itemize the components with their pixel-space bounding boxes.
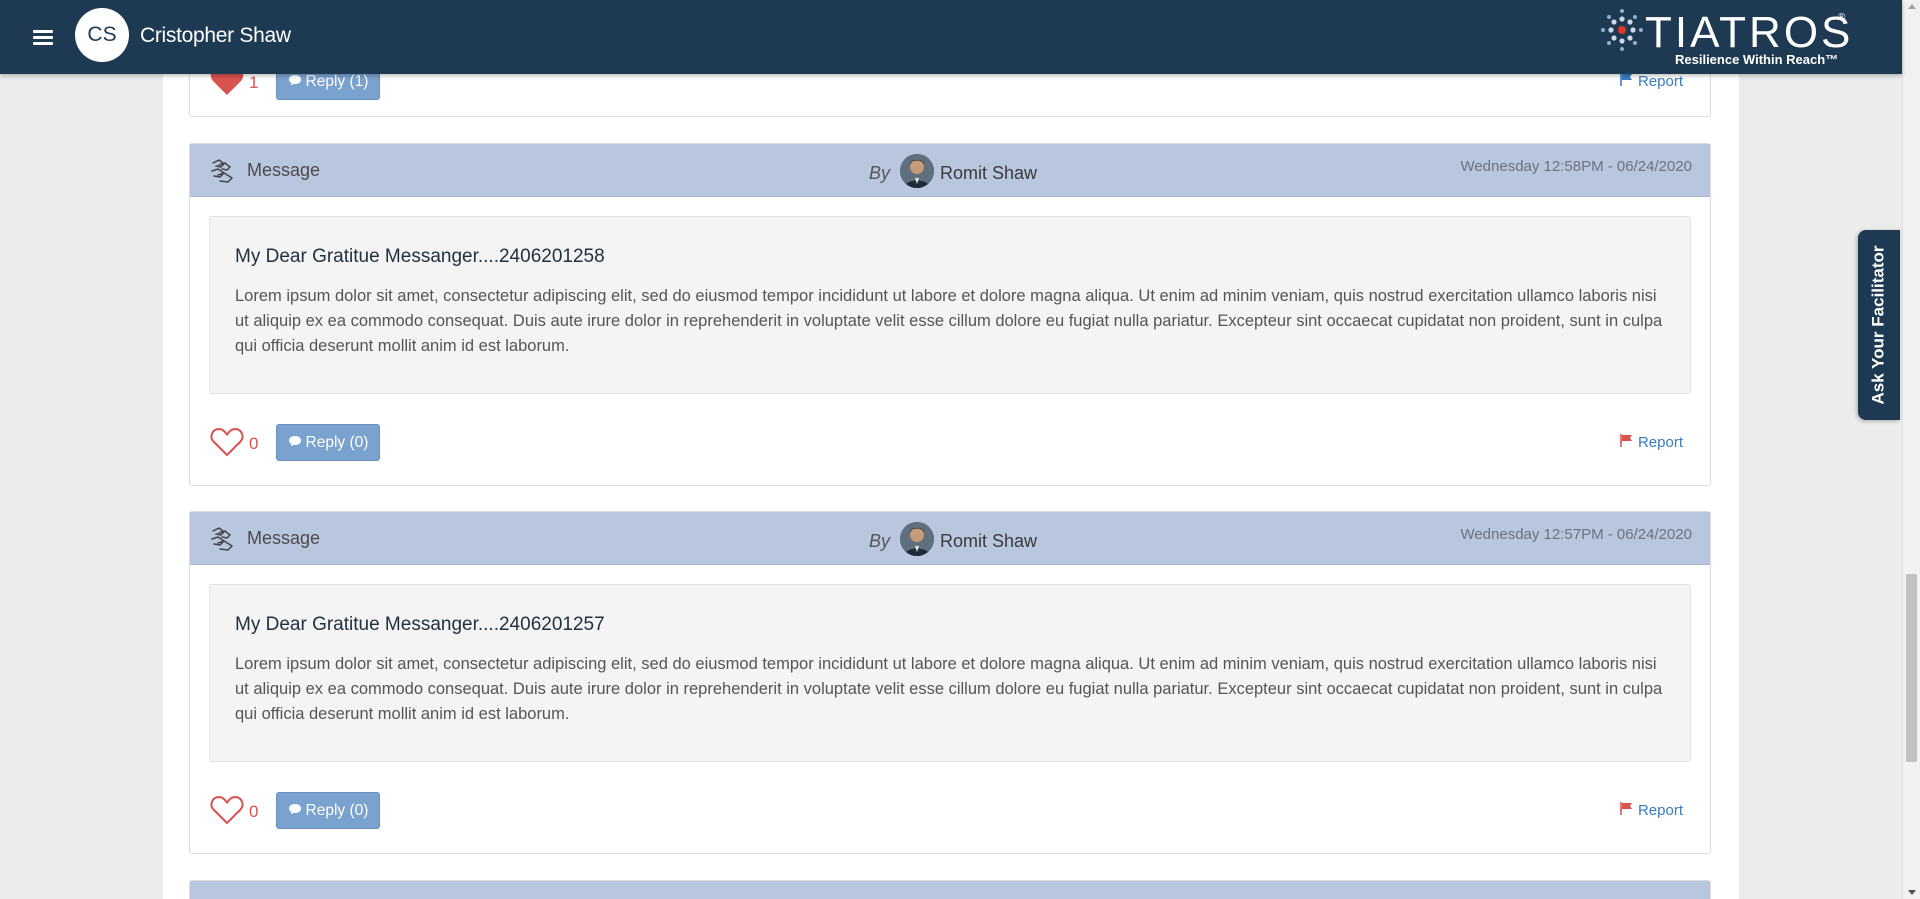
user-name[interactable]: Cristopher Shaw xyxy=(140,24,291,48)
message-card-header: Message By Romit Shaw Wednesday 12:57PM … xyxy=(190,512,1710,565)
message-title: My Dear Gratitue Messanger....2406201257 xyxy=(235,614,605,635)
author-avatar[interactable] xyxy=(900,522,934,556)
author-name[interactable]: Romit Shaw xyxy=(940,163,1037,184)
message-hands-icon xyxy=(211,527,233,551)
message-hands-icon xyxy=(211,159,233,183)
logo-dots-icon xyxy=(1601,9,1643,51)
message-card: Message By Romit Shaw Wednesday 12:57PM … xyxy=(189,511,1711,854)
report-link[interactable]: Report xyxy=(1620,73,1683,90)
reply-button[interactable]: Reply (0) xyxy=(276,792,380,829)
ask-facilitator-label: Ask Your Facilitator xyxy=(1869,245,1888,405)
heart-outline-icon[interactable] xyxy=(209,794,245,826)
author-name[interactable]: Romit Shaw xyxy=(940,531,1037,552)
comment-icon xyxy=(288,73,302,91)
hamburger-menu-icon[interactable] xyxy=(33,30,53,46)
message-feed: 1 Reply (1) Report Message By Romit Shaw… xyxy=(163,0,1739,899)
like-count: 1 xyxy=(249,73,259,92)
scroll-up-arrow-icon[interactable] xyxy=(1908,4,1916,9)
logo-tagline: Resilience Within Reach™ xyxy=(1675,52,1839,67)
message-card: Message By Romit Shaw Wednesday 12:58PM … xyxy=(189,143,1711,486)
comment-icon xyxy=(288,434,302,452)
heart-outline-icon[interactable] xyxy=(209,426,245,458)
logo-wordmark: TIATROS xyxy=(1645,8,1854,57)
reply-label: Reply (1) xyxy=(305,72,369,90)
report-label: Report xyxy=(1637,802,1683,819)
message-timestamp: Wednesday 12:57PM - 06/24/2020 xyxy=(1460,526,1692,543)
by-label: By xyxy=(869,163,891,183)
report-label: Report xyxy=(1637,73,1683,90)
message-title: My Dear Gratitue Messanger....2406201258 xyxy=(235,246,605,267)
report-link[interactable]: Report xyxy=(1620,802,1683,819)
scroll-down-arrow-icon[interactable] xyxy=(1908,890,1916,895)
scrollbar-thumb[interactable] xyxy=(1906,574,1917,762)
like-count: 0 xyxy=(249,434,259,453)
message-card-header: Message By Romit Shaw Wednesday 12:58PM … xyxy=(190,144,1710,197)
reply-button[interactable]: Reply (0) xyxy=(276,424,380,461)
comment-icon xyxy=(288,802,302,820)
author-avatar[interactable] xyxy=(900,154,934,188)
vertical-scrollbar[interactable] xyxy=(1902,0,1920,899)
reply-label: Reply (0) xyxy=(305,433,369,451)
logo-registered-mark: ® xyxy=(1838,12,1846,23)
message-actions-row: 0 Reply (0) Report xyxy=(209,422,1691,462)
user-avatar[interactable]: CS xyxy=(75,8,129,62)
message-body: Lorem ipsum dolor sit amet, consectetur … xyxy=(235,655,1663,723)
message-timestamp: Wednesday 12:58PM - 06/24/2020 xyxy=(1460,158,1692,175)
like-count: 0 xyxy=(249,802,259,821)
message-body: Lorem ipsum dolor sit amet, consectetur … xyxy=(235,287,1663,355)
ask-facilitator-tab[interactable]: Ask Your Facilitator xyxy=(1858,230,1900,420)
reply-label: Reply (0) xyxy=(305,801,369,819)
message-actions-row: 0 Reply (0) Report xyxy=(209,790,1691,830)
by-label: By xyxy=(869,531,891,551)
message-type-label: Message xyxy=(247,528,321,548)
report-label: Report xyxy=(1637,434,1683,451)
message-content-box: My Dear Gratitue Messanger....2406201258… xyxy=(209,216,1691,394)
next-message-card xyxy=(189,880,1711,899)
message-type-label: Message xyxy=(247,160,321,180)
user-initials: CS xyxy=(87,23,117,46)
flag-icon xyxy=(1620,73,1634,90)
tiatros-logo[interactable]: TIATROS ® Resilience Within Reach™ xyxy=(1600,8,1850,68)
flag-icon xyxy=(1620,802,1634,819)
flag-icon xyxy=(1620,434,1634,451)
top-navigation-bar: CS Cristopher Shaw TIATROS ® Resilience … xyxy=(0,0,1902,74)
message-content-box: My Dear Gratitue Messanger....2406201257… xyxy=(209,584,1691,762)
report-link[interactable]: Report xyxy=(1620,434,1683,451)
